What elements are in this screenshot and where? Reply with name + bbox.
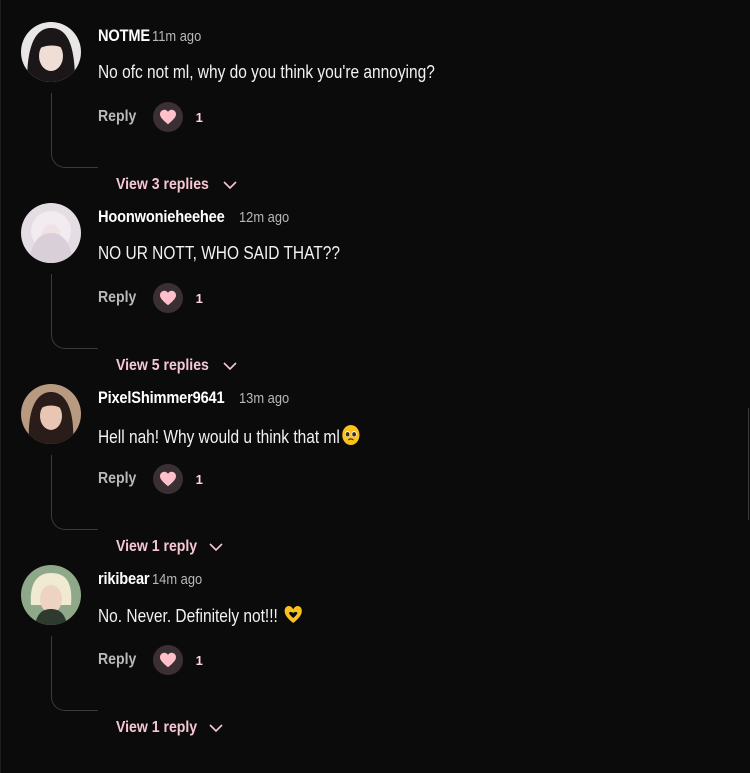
heart-icon <box>159 471 176 487</box>
like-count: 1 <box>195 471 203 487</box>
comment-actions: Reply 1 <box>98 283 203 313</box>
username[interactable]: Hoonwonieheehee <box>98 207 225 227</box>
heart-hands-emoji <box>283 605 304 630</box>
comment-header: Hoonwonieheehee 12m ago <box>98 207 298 227</box>
comment-text-content: Hell nah! Why would u think that ml <box>98 427 340 447</box>
comment-header: PixelShimmer9641 13m ago <box>98 388 297 408</box>
comment-text-content: No ofc not ml, why do you think you're a… <box>98 62 435 82</box>
comment-text-content: NO UR NOTT, WHO SAID THAT?? <box>98 243 340 263</box>
timestamp: 14m ago <box>151 571 203 588</box>
view-replies-label: View 1 reply <box>116 538 198 555</box>
like-button[interactable] <box>152 102 183 132</box>
view-replies-label: View 1 reply <box>116 719 198 736</box>
comment-text: NO UR NOTT, WHO SAID THAT?? <box>98 243 340 264</box>
thread-line <box>51 636 98 711</box>
like-count: 1 <box>195 290 203 306</box>
comment-item: Hoonwonieheehee 12m ago NO UR NOTT, WHO … <box>0 201 750 382</box>
thread-line <box>51 274 98 349</box>
reply-button[interactable]: Reply <box>98 108 136 126</box>
comment-header: NOTME 11m ago <box>98 26 210 46</box>
reply-button[interactable]: Reply <box>98 651 136 669</box>
like-count: 1 <box>195 652 203 668</box>
chevron-down-icon <box>208 723 224 733</box>
comment-text-content: No. Never. Definitely not!!! <box>98 606 278 626</box>
chevron-down-icon <box>222 180 238 190</box>
username[interactable]: rikibear <box>98 569 150 589</box>
timestamp: 12m ago <box>239 209 290 226</box>
view-replies-button[interactable]: View 5 replies <box>116 357 238 375</box>
avatar[interactable] <box>21 384 81 444</box>
timestamp: 13m ago <box>239 390 290 407</box>
comment-item: NOTME 11m ago No ofc not ml, why do you … <box>0 20 750 201</box>
heart-icon <box>159 652 176 668</box>
comment-actions: Reply 1 <box>98 464 203 494</box>
comment-item: PixelShimmer9641 13m ago Hell nah! Why w… <box>0 382 750 563</box>
avatar[interactable] <box>21 203 81 263</box>
like-button[interactable] <box>152 283 183 313</box>
heart-icon <box>159 290 176 306</box>
username[interactable]: PixelShimmer9641 <box>98 388 225 408</box>
comment-text: No ofc not ml, why do you think you're a… <box>98 62 435 83</box>
reply-button[interactable]: Reply <box>98 470 136 488</box>
view-replies-button[interactable]: View 1 reply <box>116 538 224 556</box>
comment-actions: Reply 1 <box>98 645 203 675</box>
view-replies-button[interactable]: View 1 reply <box>116 719 224 737</box>
chevron-down-icon <box>222 361 238 371</box>
view-replies-button[interactable]: View 3 replies <box>116 176 238 194</box>
view-replies-label: View 3 replies <box>116 176 209 193</box>
view-replies-label: View 5 replies <box>116 357 209 374</box>
like-button[interactable] <box>152 645 183 675</box>
like-button[interactable] <box>152 464 183 494</box>
timestamp: 11m ago <box>152 28 202 45</box>
reply-button[interactable]: Reply <box>98 289 136 307</box>
heart-icon <box>159 109 176 125</box>
comment-header: rikibear 14m ago <box>98 569 210 589</box>
thread-line <box>51 93 98 168</box>
pleading-face-emoji <box>342 424 361 451</box>
avatar[interactable] <box>21 22 81 82</box>
comment-actions: Reply 1 <box>98 102 203 132</box>
chevron-down-icon <box>208 542 224 552</box>
thread-line <box>51 455 98 530</box>
comment-text: No. Never. Definitely not!!! <box>98 605 304 630</box>
like-count: 1 <box>195 109 203 125</box>
avatar[interactable] <box>21 565 81 625</box>
comment-item: rikibear 14m ago No. Never. Definitely n… <box>0 563 750 744</box>
comment-text: Hell nah! Why would u think that ml <box>98 424 360 451</box>
username[interactable]: NOTME <box>98 26 150 46</box>
